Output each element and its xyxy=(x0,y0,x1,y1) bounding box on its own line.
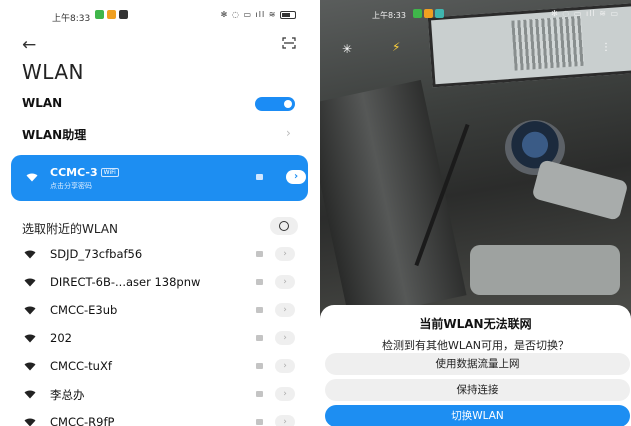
network-details-button[interactable]: › xyxy=(275,247,295,261)
use-mobile-data-button[interactable]: 使用数据流量上网 xyxy=(325,353,630,375)
network-details-button[interactable]: › xyxy=(275,359,295,373)
network-row[interactable]: 李总办 › xyxy=(0,380,318,408)
camera-preview xyxy=(320,0,631,310)
status-bar: 上午8:33 ✻ ◌ ▭ ıll ≋ ▭ xyxy=(320,0,631,28)
lock-icon xyxy=(256,419,263,425)
lock-icon xyxy=(256,335,263,341)
status-icons: ✻ ◌ ▭ ıll ≋ xyxy=(221,10,296,19)
wifi-icon xyxy=(24,278,36,287)
network-row[interactable]: CMCC-R9fP › xyxy=(0,408,318,426)
connected-ssid-text: CCMC-3 xyxy=(50,166,98,179)
status-icons: ✻ ◌ ▭ ıll ≋ ▭ xyxy=(551,9,619,18)
share-password-hint: 点击分享密码 xyxy=(50,182,92,190)
photo-clamp xyxy=(531,159,629,221)
status-time: 上午8:33 xyxy=(372,11,406,20)
network-details-button[interactable]: › xyxy=(275,275,295,289)
network-details-button[interactable]: › xyxy=(275,387,295,401)
status-bar: 上午8:33 ✻ ◌ ▭ ıll ≋ xyxy=(0,0,318,30)
app-badge-icon xyxy=(95,10,104,19)
network-name: CMCC-E3ub xyxy=(50,303,118,317)
app-badge-icon xyxy=(107,10,116,19)
camera-screen: 上午8:33 ✻ ◌ ▭ ıll ≋ ▭ ✳ ⚡ ⋮ 当前WLAN无法联网 检测… xyxy=(320,0,631,426)
chevron-right-icon: › xyxy=(286,126,291,140)
network-name: DIRECT-6B-...aser 138pnw xyxy=(50,275,201,289)
network-row[interactable]: CMCC-tuXf › xyxy=(0,352,318,380)
scan-qr-icon[interactable] xyxy=(282,37,296,49)
wlan-settings-screen: 上午8:33 ✻ ◌ ▭ ıll ≋ ← WLAN WLAN WLAN助理 › … xyxy=(0,0,318,426)
wifi-icon xyxy=(24,334,36,343)
lock-icon xyxy=(256,174,263,180)
lock-icon xyxy=(256,307,263,313)
network-name: 李总办 xyxy=(50,388,85,402)
network-details-button[interactable]: › xyxy=(275,303,295,317)
lock-icon xyxy=(256,279,263,285)
toggle-knob xyxy=(284,100,292,108)
network-row[interactable]: DIRECT-6B-...aser 138pnw › xyxy=(0,268,318,296)
network-name: SDJD_73cfbaf56 xyxy=(50,247,143,261)
battery-icon xyxy=(280,10,296,19)
network-name: 202 xyxy=(50,331,72,345)
wifi-tag-badge: WiFi xyxy=(100,168,119,177)
wifi-icon xyxy=(24,306,36,315)
wifi-icon xyxy=(24,362,36,371)
app-badge-icon xyxy=(413,9,422,18)
notification-badges xyxy=(413,9,444,18)
page-title: WLAN xyxy=(22,60,85,84)
app-badge-icon xyxy=(435,9,444,18)
network-details-button[interactable]: › xyxy=(286,170,306,184)
network-row[interactable]: SDJD_73cfbaf56 › xyxy=(0,240,318,268)
connected-ssid: CCMC-3 WiFi xyxy=(50,166,119,179)
wlan-toggle[interactable] xyxy=(255,97,295,111)
lock-icon xyxy=(256,363,263,369)
refresh-icon[interactable] xyxy=(270,217,298,235)
notification-badges xyxy=(95,10,128,19)
photo-frame xyxy=(470,245,620,295)
photo-fork-tube xyxy=(320,79,467,310)
wifi-icon xyxy=(24,250,36,259)
network-details-button[interactable]: › xyxy=(275,331,295,345)
app-badge-icon xyxy=(424,9,433,18)
connected-network-card[interactable]: CCMC-3 WiFi 点击分享密码 › xyxy=(11,155,308,201)
wlan-toggle-label: WLAN xyxy=(22,96,63,110)
status-time: 上午8:33 xyxy=(52,14,91,24)
network-name: CMCC-R9fP xyxy=(50,415,115,426)
wifi-icon xyxy=(26,173,38,182)
wlan-helper-item[interactable]: WLAN助理 xyxy=(22,126,86,143)
app-badge-icon xyxy=(119,10,128,19)
flash-icon[interactable]: ⚡ xyxy=(392,40,400,54)
dialog-title: 当前WLAN无法联网 xyxy=(419,317,532,331)
back-arrow-icon[interactable]: ← xyxy=(22,35,36,55)
wlan-switch-dialog: 当前WLAN无法联网 检测到有其他WLAN可用，是否切换？ 使用数据流量上网 保… xyxy=(320,305,631,426)
network-row[interactable]: 202 › xyxy=(0,324,318,352)
dialog-message: 检测到有其他WLAN可用，是否切换？ xyxy=(381,339,569,352)
settings-icon[interactable]: ✳ xyxy=(342,42,352,56)
switch-wlan-button[interactable]: 切换WLAN xyxy=(325,405,630,426)
nearby-networks-heading: 选取附近的WLAN xyxy=(22,222,119,236)
network-row[interactable]: CMCC-E3ub › xyxy=(0,296,318,324)
more-icon[interactable]: ⋮ xyxy=(601,42,611,53)
wifi-icon xyxy=(24,390,36,399)
network-details-button[interactable]: › xyxy=(275,415,295,426)
keep-connection-button[interactable]: 保持连接 xyxy=(325,379,630,401)
lock-icon xyxy=(256,251,263,257)
network-name: CMCC-tuXf xyxy=(50,359,112,373)
wifi-icon xyxy=(24,418,36,426)
lock-icon xyxy=(256,391,263,397)
